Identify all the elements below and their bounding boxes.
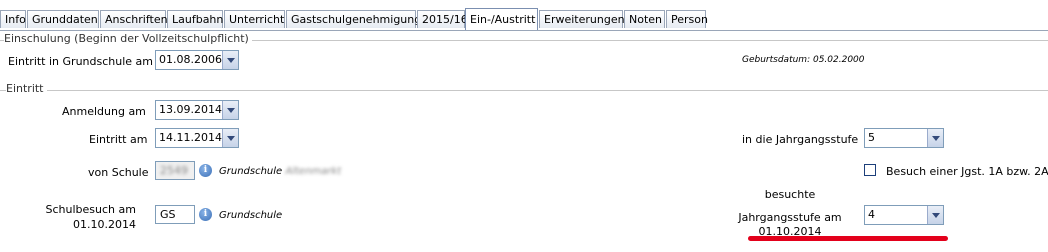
group-separator bbox=[0, 90, 1048, 91]
tab-label: Ein-/Austritt bbox=[470, 13, 536, 26]
chevron-down-icon[interactable] bbox=[222, 129, 238, 147]
geburtsdatum-text: Geburtsdatum: 05.02.2000 bbox=[742, 55, 865, 65]
chevron-down-icon[interactable] bbox=[927, 129, 943, 147]
tab-label: Laufbahn bbox=[172, 13, 224, 26]
chevron-down-icon[interactable] bbox=[222, 101, 238, 119]
besuch-checkbox-label: Besuch einer Jgst. 1A bzw. 2A bbox=[886, 165, 1048, 178]
tab-label: Info bbox=[5, 13, 26, 26]
info-icon[interactable]: i bbox=[199, 208, 212, 221]
tab-bar: Info Grunddaten Anschriften Laufbahn Unt… bbox=[0, 8, 1048, 31]
tab-noten[interactable]: Noten bbox=[624, 10, 665, 28]
group-title-eintritt: Eintritt bbox=[6, 82, 47, 95]
von-schule-name: Grundschule Altenmarkt bbox=[219, 166, 341, 177]
besuchte-jahrgangsstufe-value: 4 bbox=[868, 208, 875, 221]
chevron-down-icon[interactable] bbox=[927, 206, 943, 224]
tab-person[interactable]: Person bbox=[666, 10, 708, 28]
jahrgangsstufe-select[interactable]: 5 bbox=[864, 128, 944, 148]
tab-label: Gastschulgenehmigung bbox=[291, 13, 422, 26]
info-icon[interactable]: i bbox=[199, 164, 212, 177]
tab-ein-austritt[interactable]: Ein-/Austritt bbox=[465, 8, 538, 30]
tab-label: Grunddaten bbox=[32, 13, 98, 26]
highlight-underline bbox=[748, 236, 948, 241]
chevron-down-icon[interactable] bbox=[222, 51, 238, 69]
eintritt-value: 14.11.2014 bbox=[159, 131, 222, 144]
von-schule-code: 2549 bbox=[160, 164, 188, 177]
von-schule-name-blurred: Altenmarkt bbox=[285, 166, 342, 177]
besuch-checkbox[interactable] bbox=[864, 164, 876, 176]
tab-2015-16[interactable]: 2015/16 bbox=[417, 10, 468, 28]
besuchte-jahrgangsstufe-select[interactable]: 4 bbox=[864, 205, 944, 225]
tab-label: Noten bbox=[629, 13, 663, 26]
tab-label: Unterricht bbox=[229, 13, 285, 26]
schulbesuch-name: Grundschule bbox=[219, 210, 283, 221]
tab-label: Erweiterungen bbox=[544, 13, 625, 26]
besuchte-label-line1: besuchte bbox=[764, 188, 816, 201]
tab-erweiterungen[interactable]: Erweiterungen bbox=[539, 10, 625, 28]
jahrgangsstufe-value: 5 bbox=[868, 131, 875, 144]
eintritt-select[interactable]: 14.11.2014 bbox=[155, 128, 239, 148]
schulbesuch-label-line1: Schulbesuch am bbox=[45, 203, 136, 216]
anmeldung-select[interactable]: 13.09.2014 bbox=[155, 100, 239, 120]
eintritt-grundschule-value: 01.08.2006 bbox=[159, 53, 222, 66]
schulbesuch-value: GS bbox=[160, 208, 176, 221]
tab-laufbahn[interactable]: Laufbahn bbox=[167, 10, 223, 28]
group-title-einschulung: Einschulung (Beginn der Vollzeitschulpfl… bbox=[4, 32, 252, 45]
eintritt-grundschule-label: Eintritt in Grundschule am bbox=[8, 55, 153, 68]
tab-anschriften[interactable]: Anschriften bbox=[100, 10, 168, 28]
tab-label: 2015/16 bbox=[422, 13, 468, 26]
anmeldung-value: 13.09.2014 bbox=[159, 103, 222, 116]
von-schule-code-field[interactable]: 2549 bbox=[155, 161, 195, 180]
eintritt-label: Eintritt am bbox=[89, 133, 148, 146]
von-schule-label: von Schule bbox=[88, 166, 149, 179]
tab-label: Person bbox=[671, 13, 708, 26]
tab-info[interactable]: Info bbox=[0, 10, 26, 28]
tab-unterricht[interactable]: Unterricht bbox=[224, 10, 285, 28]
von-schule-name-prefix: Grundschule bbox=[219, 166, 283, 177]
tab-label: Anschriften bbox=[105, 13, 168, 26]
tab-grunddaten[interactable]: Grunddaten bbox=[27, 10, 99, 28]
schulbesuch-field[interactable]: GS bbox=[155, 205, 195, 224]
schulbesuch-label-line2: 01.10.2014 bbox=[73, 218, 136, 231]
besuchte-label-line2: Jahrgangsstufe am bbox=[738, 211, 842, 224]
eintritt-grundschule-select[interactable]: 01.08.2006 bbox=[155, 50, 239, 70]
tab-gastschulgenehmigung[interactable]: Gastschulgenehmigung bbox=[286, 10, 421, 28]
anmeldung-label: Anmeldung am bbox=[62, 105, 146, 118]
jahrgangsstufe-label: in die Jahrgangsstufe bbox=[742, 133, 859, 146]
